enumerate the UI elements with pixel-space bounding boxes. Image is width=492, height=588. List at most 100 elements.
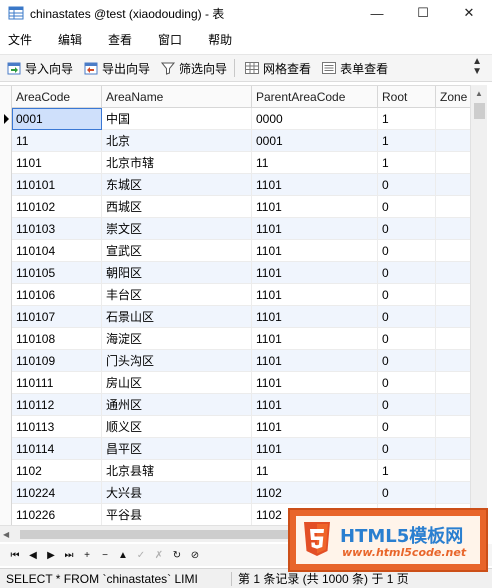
cell-areacode[interactable]: 110108 — [12, 328, 102, 350]
table-row[interactable]: 110104 宣武区 1101 0 — [0, 240, 470, 262]
menu-window[interactable]: 窗口 — [150, 31, 194, 48]
cell-zone[interactable] — [436, 394, 470, 416]
table-row[interactable]: 110102 西城区 1101 0 — [0, 196, 470, 218]
cell-zone[interactable] — [436, 306, 470, 328]
row-selector[interactable] — [0, 438, 12, 460]
cell-parentareacode[interactable]: 11 — [252, 460, 378, 482]
cell-root[interactable]: 0 — [378, 196, 436, 218]
cell-areaname[interactable]: 通州区 — [102, 394, 252, 416]
table-row[interactable]: 110114 昌平区 1101 0 — [0, 438, 470, 460]
cell-parentareacode[interactable]: 11 — [252, 152, 378, 174]
cell-parentareacode[interactable]: 1101 — [252, 306, 378, 328]
cell-areaname[interactable]: 大兴县 — [102, 482, 252, 504]
export-wizard-button[interactable]: 导出向导 — [79, 57, 154, 79]
cell-root[interactable]: 0 — [378, 240, 436, 262]
add-record-icon[interactable]: + — [78, 546, 96, 564]
cell-zone[interactable] — [436, 328, 470, 350]
cell-zone[interactable] — [436, 196, 470, 218]
discard-changes-icon[interactable]: ✗ — [150, 546, 168, 564]
cell-root[interactable]: 0 — [378, 262, 436, 284]
vertical-scroll-thumb[interactable] — [474, 103, 485, 119]
cell-zone[interactable] — [436, 350, 470, 372]
cell-zone[interactable] — [436, 174, 470, 196]
cell-root[interactable]: 0 — [378, 482, 436, 504]
cell-root[interactable]: 0 — [378, 218, 436, 240]
table-row[interactable]: 110113 顺义区 1101 0 — [0, 416, 470, 438]
menu-file[interactable]: 文件 — [0, 31, 44, 48]
cell-parentareacode[interactable]: 1102 — [252, 482, 378, 504]
cell-areaname[interactable]: 顺义区 — [102, 416, 252, 438]
column-header-zone[interactable]: Zone — [436, 86, 470, 108]
table-row[interactable]: 110106 丰台区 1101 0 — [0, 284, 470, 306]
cell-parentareacode[interactable]: 1101 — [252, 328, 378, 350]
next-record-icon[interactable]: ▶ — [42, 546, 60, 564]
row-selector[interactable] — [0, 152, 12, 174]
cell-parentareacode[interactable]: 1101 — [252, 284, 378, 306]
cell-areacode[interactable]: 110102 — [12, 196, 102, 218]
table-row[interactable]: 1102 北京县辖 11 1 — [0, 460, 470, 482]
row-selector[interactable] — [0, 130, 12, 152]
cell-zone[interactable] — [436, 218, 470, 240]
close-button[interactable]: ✕ — [446, 0, 492, 26]
cell-areaname[interactable]: 北京 — [102, 130, 252, 152]
cell-areacode[interactable]: 110107 — [12, 306, 102, 328]
scroll-up-icon[interactable]: ▲ — [471, 85, 487, 102]
row-selector[interactable] — [0, 328, 12, 350]
cell-parentareacode[interactable]: 1101 — [252, 394, 378, 416]
cell-areaname[interactable]: 中国 — [102, 108, 252, 130]
apply-changes-icon[interactable]: ✓ — [132, 546, 150, 564]
row-selector[interactable] — [0, 174, 12, 196]
row-selector[interactable] — [0, 350, 12, 372]
cell-areaname[interactable]: 北京市辖 — [102, 152, 252, 174]
cell-areacode[interactable]: 110106 — [12, 284, 102, 306]
table-row[interactable]: 110108 海淀区 1101 0 — [0, 328, 470, 350]
cell-parentareacode[interactable]: 1101 — [252, 416, 378, 438]
cell-zone[interactable] — [436, 108, 470, 130]
menu-edit[interactable]: 编辑 — [50, 31, 94, 48]
cell-zone[interactable] — [436, 460, 470, 482]
table-row[interactable]: 110112 通州区 1101 0 — [0, 394, 470, 416]
cell-areaname[interactable]: 门头沟区 — [102, 350, 252, 372]
cell-parentareacode[interactable]: 1101 — [252, 262, 378, 284]
filter-wizard-button[interactable]: 筛选向导 — [156, 57, 231, 79]
cell-zone[interactable] — [436, 372, 470, 394]
menu-help[interactable]: 帮助 — [200, 31, 244, 48]
cell-areaname[interactable]: 朝阳区 — [102, 262, 252, 284]
row-selector[interactable] — [0, 262, 12, 284]
table-row[interactable]: 110107 石景山区 1101 0 — [0, 306, 470, 328]
cell-zone[interactable] — [436, 240, 470, 262]
column-header-areaname[interactable]: AreaName — [102, 86, 252, 108]
cell-areaname[interactable]: 丰台区 — [102, 284, 252, 306]
cell-zone[interactable] — [436, 284, 470, 306]
cell-root[interactable]: 0 — [378, 328, 436, 350]
import-wizard-button[interactable]: 导入向导 — [2, 57, 77, 79]
cell-root[interactable]: 1 — [378, 108, 436, 130]
delete-record-icon[interactable]: − — [96, 546, 114, 564]
cell-root[interactable]: 0 — [378, 394, 436, 416]
cell-parentareacode[interactable]: 1101 — [252, 372, 378, 394]
cell-root[interactable]: 1 — [378, 152, 436, 174]
cell-parentareacode[interactable]: 1101 — [252, 438, 378, 460]
cell-areacode[interactable]: 110224 — [12, 482, 102, 504]
cell-zone[interactable] — [436, 482, 470, 504]
cell-root[interactable]: 0 — [378, 306, 436, 328]
cell-root[interactable]: 0 — [378, 284, 436, 306]
cell-areaname[interactable]: 房山区 — [102, 372, 252, 394]
cell-areaname[interactable]: 石景山区 — [102, 306, 252, 328]
cell-areacode[interactable]: 110226 — [12, 504, 102, 525]
first-record-icon[interactable]: ⏮ — [6, 546, 24, 564]
menu-view[interactable]: 查看 — [100, 31, 144, 48]
cell-areacode[interactable]: 110105 — [12, 262, 102, 284]
cell-areaname[interactable]: 北京县辖 — [102, 460, 252, 482]
table-row[interactable]: 110111 房山区 1101 0 — [0, 372, 470, 394]
cell-areaname[interactable]: 平谷县 — [102, 504, 252, 525]
refresh-icon[interactable]: ↻ — [168, 546, 186, 564]
row-selector[interactable] — [0, 218, 12, 240]
scroll-left-icon[interactable]: ◀ — [3, 530, 9, 539]
cell-zone[interactable] — [436, 416, 470, 438]
table-row[interactable]: 0001 中国 0000 1 — [0, 108, 470, 130]
row-selector[interactable] — [0, 372, 12, 394]
vertical-scrollbar[interactable]: ▲ — [470, 85, 487, 525]
cell-parentareacode[interactable]: 0000 — [252, 108, 378, 130]
cell-areaname[interactable]: 东城区 — [102, 174, 252, 196]
